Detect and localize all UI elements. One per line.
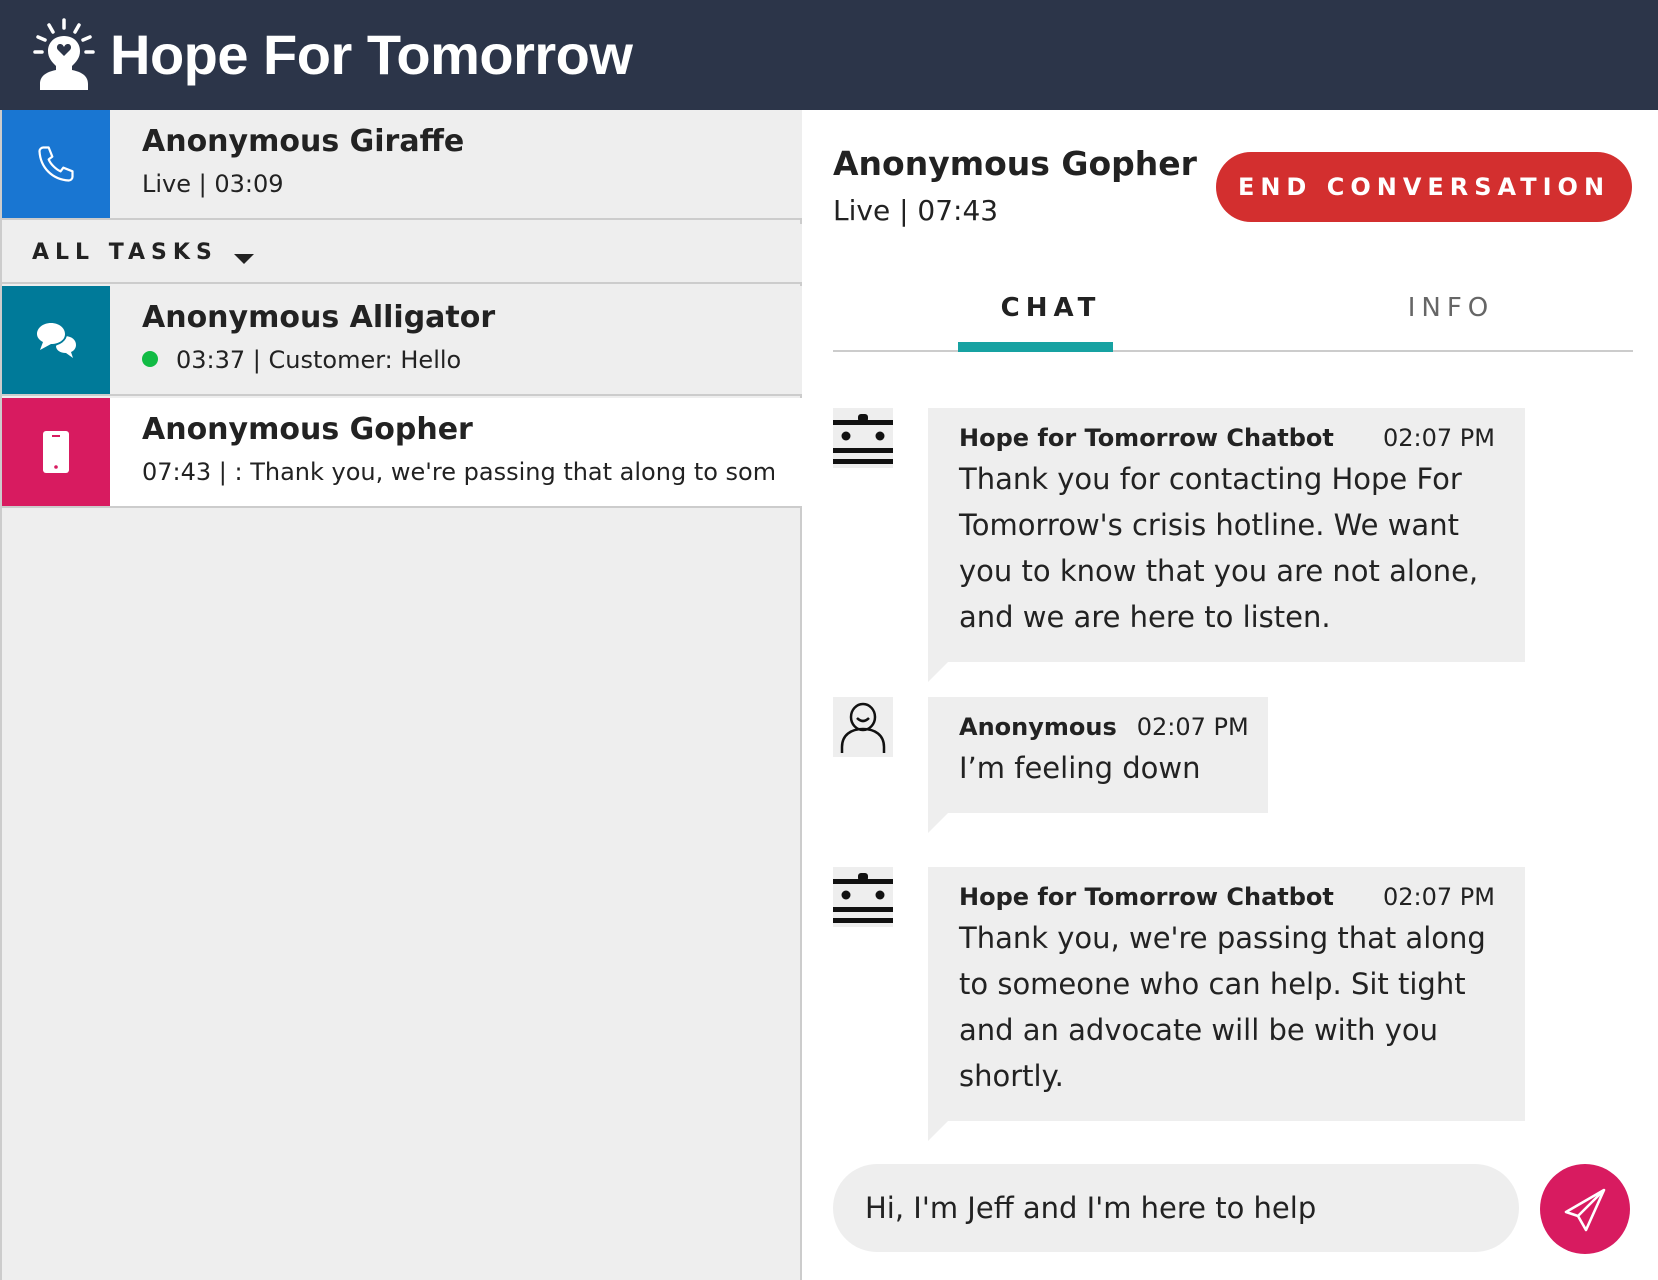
- end-conversation-button[interactable]: END CONVERSATION: [1216, 152, 1632, 222]
- online-status-dot: [142, 351, 158, 367]
- sms-icon-box: [2, 398, 110, 506]
- message-author: Anonymous: [959, 713, 1117, 741]
- active-tab-indicator: [958, 342, 1113, 352]
- user-icon: [833, 697, 893, 757]
- send-button[interactable]: [1540, 1164, 1630, 1254]
- robot-icon: [833, 408, 893, 468]
- message-bubble: Hope for Tomorrow Chatbot 02:07 PM Thank…: [928, 867, 1525, 1141]
- message-text: Thank you for contacting Hope For Tomorr…: [959, 462, 1479, 634]
- chat-bubbles-icon: [35, 322, 76, 358]
- task-status: Live | 03:09: [142, 170, 284, 198]
- phone-icon: [38, 146, 74, 182]
- all-tasks-dropdown[interactable]: ALL TASKS: [2, 224, 802, 284]
- mobile-phone-icon: [43, 431, 69, 473]
- message-text: Thank you, we're passing that along to s…: [959, 921, 1486, 1093]
- message-input[interactable]: [833, 1164, 1519, 1252]
- message-bubble: Anonymous 02:07 PM I’m feeling down: [928, 697, 1268, 833]
- message-time: 02:07 PM: [1136, 713, 1249, 741]
- message-text: I’m feeling down: [959, 751, 1201, 785]
- task-preview: 07:43 | : Thank you, we're passing that …: [142, 458, 774, 486]
- chat-icon-box: [2, 286, 110, 394]
- message-time: 02:07 PM: [1383, 424, 1495, 452]
- conversation-tabs: CHAT INFO: [833, 280, 1633, 352]
- task-item[interactable]: Anonymous Alligator 03:37 | Customer: He…: [2, 286, 802, 396]
- call-icon-box: [2, 110, 110, 218]
- message-author: Hope for Tomorrow Chatbot: [959, 424, 1334, 452]
- message-bubble: Hope for Tomorrow Chatbot 02:07 PM Thank…: [928, 408, 1525, 682]
- app-header: Hope For Tomorrow: [0, 0, 1658, 110]
- conversation-title: Anonymous Gopher: [833, 144, 1197, 183]
- task-preview-text: 03:37 | Customer: Hello: [176, 346, 462, 374]
- paper-plane-icon: [1564, 1188, 1606, 1232]
- message-author: Hope for Tomorrow Chatbot: [959, 883, 1334, 911]
- filter-label: ALL TASKS: [32, 240, 218, 265]
- message-time: 02:07 PM: [1383, 883, 1495, 911]
- task-name: Anonymous Giraffe: [142, 124, 465, 159]
- task-item-selected[interactable]: Anonymous Gopher 07:43 | : Thank you, we…: [2, 398, 802, 508]
- task-list-panel: Anonymous Giraffe Live | 03:09 ALL TASKS…: [0, 110, 802, 1280]
- task-preview: 03:37 | Customer: Hello: [142, 346, 774, 374]
- active-call-task[interactable]: Anonymous Giraffe Live | 03:09: [2, 110, 802, 220]
- person-heart-lightbulb-icon: [33, 18, 95, 90]
- conversation-panel: Anonymous Gopher Live | 07:43 END CONVER…: [804, 110, 1658, 1280]
- task-name: Anonymous Gopher: [142, 412, 473, 447]
- task-name: Anonymous Alligator: [142, 300, 496, 335]
- conversation-status: Live | 07:43: [833, 194, 999, 227]
- caret-down-icon: [234, 254, 254, 264]
- robot-icon: [833, 867, 893, 927]
- app-title: Hope For Tomorrow: [110, 23, 633, 86]
- tab-info[interactable]: INFO: [1301, 280, 1601, 352]
